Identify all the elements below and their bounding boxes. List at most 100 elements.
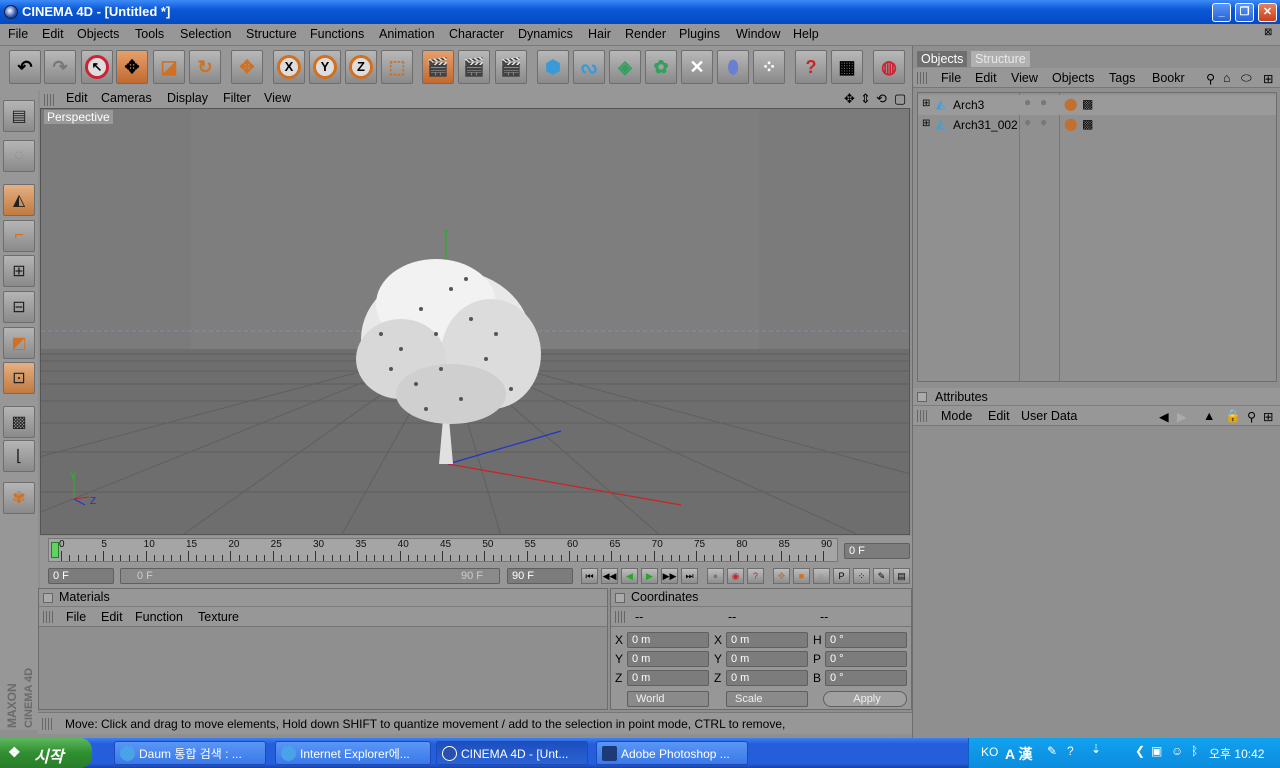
menu-functions[interactable]: Functions [310,27,364,41]
size-z-field[interactable]: 0 m [726,670,808,686]
menu-edit[interactable]: Edit [42,27,64,41]
tab-structure[interactable]: Structure [971,51,1030,67]
coordinate-space-select[interactable]: World [627,691,709,707]
material-tag-icon[interactable]: ⬤ [1064,117,1077,131]
network-icon[interactable]: ▣ [1151,744,1162,758]
render-picture-viewer-icon[interactable]: 🎬 [458,50,490,84]
pos-x-field[interactable]: 0 m [627,632,709,648]
visibility-dots-icon[interactable]: ● [1024,115,1031,129]
viewport-move-icon[interactable]: ✥ [844,91,855,107]
pos-z-field[interactable]: 0 m [627,670,709,686]
record-icon[interactable]: ● [707,568,724,584]
key-scale-icon[interactable]: ■ [793,568,810,584]
menu-help[interactable]: Help [793,27,819,41]
prev-frame-icon[interactable]: ◀◀ [601,568,618,584]
expand-icon[interactable]: ⊞ [922,118,930,129]
materials-menu-edit[interactable]: Edit [101,610,123,624]
forward-arrow-icon[interactable]: ▶ [1177,409,1187,424]
goto-end-icon[interactable]: ⏭ [681,568,698,584]
axis-mode-icon[interactable]: ⌐ [3,220,35,252]
materials-menu-function[interactable]: Function [135,610,183,624]
menu-tools[interactable]: Tools [135,27,164,41]
menu-structure[interactable]: Structure [246,27,297,41]
materials-menu-file[interactable]: File [66,610,86,624]
goto-start-icon[interactable]: ⏮ [581,568,598,584]
link-icon[interactable]: ⬭ [1241,71,1252,86]
edges-mode-icon[interactable]: ⊟ [3,291,35,323]
model-tool-icon[interactable]: ◌ [3,140,35,172]
motion-path-icon[interactable]: ✎ [873,568,890,584]
deformer-icon[interactable]: ✕ [681,50,713,84]
search-icon[interactable]: ⚲ [1206,71,1215,86]
menu-animation[interactable]: Animation [379,27,435,41]
cube-object-icon[interactable]: ⬢ [537,50,569,84]
cinema4d-app-icon[interactable] [4,5,18,19]
render-dots-icon[interactable]: ● [1040,95,1047,109]
coordinate-mode-select[interactable]: Scale [726,691,808,707]
pin-icon[interactable]: ⚲ [1247,409,1256,424]
pos-y-field[interactable]: 0 m [627,651,709,667]
objects-menu-edit[interactable]: Edit [975,71,997,85]
nurbs-icon[interactable]: ◈ [609,50,641,84]
materials-menu-texture[interactable]: Texture [198,610,239,624]
texture-tag-icon[interactable]: ▩ [1082,117,1093,131]
y-axis-lock-icon[interactable]: Y [309,50,341,84]
texture-axis-icon[interactable]: ▩ [3,406,35,438]
restore-button[interactable]: ❐ [1235,3,1254,22]
rot-p-field[interactable]: 0 ° [825,651,907,667]
web-browser-icon[interactable]: ◍ [873,50,905,84]
object-mode-icon[interactable]: ◭ [3,184,35,216]
grip-handle[interactable] [43,611,53,623]
object-name[interactable]: Arch3 [953,98,984,112]
viewport-rotate-icon[interactable]: ⟲ [876,91,887,107]
array-icon[interactable]: ✿ [645,50,677,84]
ime-toggle-icon[interactable]: ⇣ [1091,742,1101,756]
tab-objects[interactable]: Objects [917,51,968,67]
bluetooth-icon[interactable]: ᛒ [1191,744,1198,758]
menu-objects[interactable]: Objects [77,27,119,41]
autokey-icon[interactable]: ◉ [727,568,744,584]
timeline-settings-icon[interactable]: ▤ [893,568,910,584]
x-axis-lock-icon[interactable]: X [273,50,305,84]
tray-expand-icon[interactable]: ❮ [1135,744,1145,758]
viewport-menu-display[interactable]: Display [167,91,208,105]
particle-icon[interactable]: ⁘ [753,50,785,84]
points-mode-icon[interactable]: ⊞ [3,255,35,287]
viewport-menu-filter[interactable]: Filter [223,91,251,105]
z-axis-lock-icon[interactable]: Z [345,50,377,84]
objects-menu-tags[interactable]: Tags [1109,71,1135,85]
rot-h-field[interactable]: 0 ° [825,632,907,648]
visibility-dots-icon[interactable]: ● [1024,95,1031,109]
material-tag-icon[interactable]: ⬤ [1064,97,1077,111]
grip-handle[interactable] [44,94,54,106]
menu-character[interactable]: Character [449,27,504,41]
key-position-icon[interactable]: ✥ [773,568,790,584]
panel-toggle-icon[interactable] [917,392,927,402]
current-frame-field[interactable]: 0 F [844,543,910,559]
panel-toggle-icon[interactable] [43,593,53,603]
attributes-menu-user-data[interactable]: User Data [1021,409,1077,423]
key-pla-icon[interactable]: ⁘ [853,568,870,584]
start-frame-field[interactable]: 0 F [48,568,114,584]
panel-toggle-icon[interactable] [615,593,625,603]
key-parameter-icon[interactable]: P [833,568,850,584]
live-selection-icon[interactable]: ↖ [81,50,113,84]
objects-menu-file[interactable]: File [941,71,961,85]
apply-button[interactable]: Apply [823,691,907,707]
menu-dynamics[interactable]: Dynamics [518,27,573,41]
help-icon[interactable]: ? [1067,744,1074,758]
spline-icon[interactable]: ᔓ [573,50,605,84]
coordinate-system-icon[interactable]: ⬚ [381,50,413,84]
size-x-field[interactable]: 0 m [726,632,808,648]
layout-icon[interactable]: ▤ [3,100,35,132]
menu-file[interactable]: File [8,27,28,41]
viewport-zoom-icon[interactable]: ⇕ [860,91,871,107]
object-name[interactable]: Arch31_002 [953,118,1018,132]
menu-selection[interactable]: Selection [180,27,231,41]
timeline-playhead[interactable] [51,542,59,558]
play-backward-icon[interactable]: ◀ [621,568,638,584]
viewport-menu-cameras[interactable]: Cameras [101,91,152,105]
list-item[interactable]: ⊞ ◭ Arch3 ● ● ⬤ ▩ [918,95,1276,115]
clock[interactable]: 오후 10:42 [1209,745,1264,762]
grip-handle[interactable] [615,611,625,623]
